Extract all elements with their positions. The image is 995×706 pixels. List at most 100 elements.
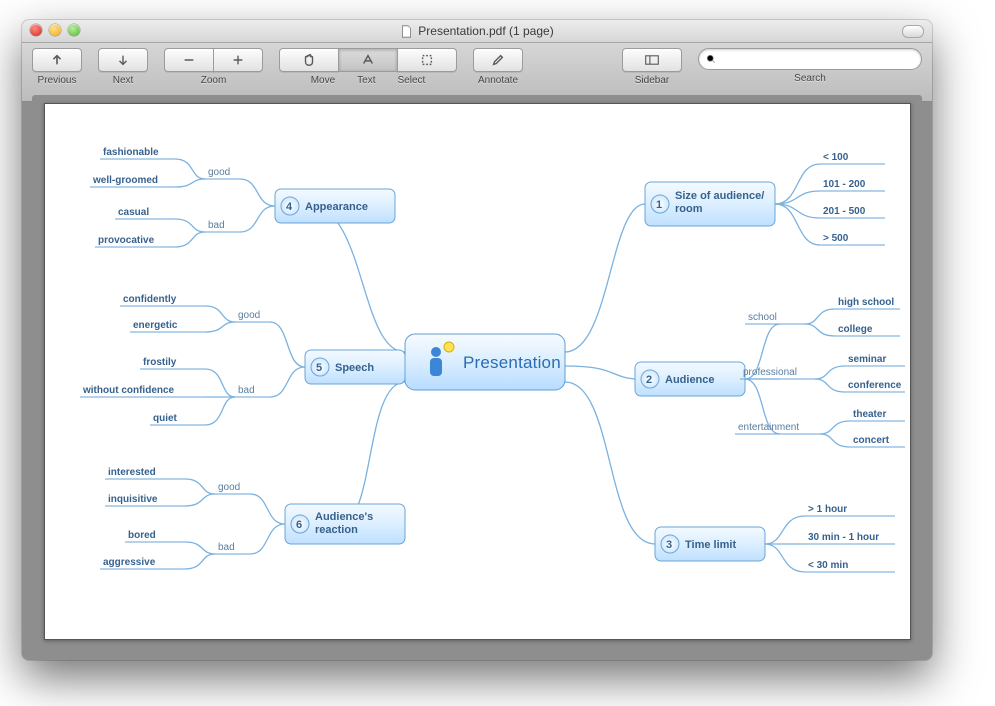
svg-text:high school: high school — [838, 297, 894, 308]
svg-text:frostily: frostily — [143, 357, 177, 368]
select-icon — [420, 53, 434, 67]
next-button[interactable] — [98, 48, 148, 72]
leaves-speech: good bad confidently energetic frostily … — [80, 294, 305, 425]
node-speech-label: Speech — [335, 362, 374, 374]
svg-text:provocative: provocative — [98, 235, 155, 246]
svg-text:> 1 hour: > 1 hour — [808, 504, 847, 515]
svg-text:4: 4 — [286, 201, 293, 213]
leaves-size: < 100 101 - 200 201 - 500 > 500 — [775, 152, 885, 245]
zoom-in-button[interactable] — [213, 48, 263, 72]
select-label: Select — [398, 75, 426, 86]
sidebar-button[interactable] — [622, 48, 682, 72]
svg-text:good: good — [238, 310, 260, 321]
arrow-down-icon — [116, 53, 130, 67]
search-field[interactable] — [698, 48, 922, 70]
document-icon — [400, 25, 413, 38]
toolbar-toggle-button[interactable] — [902, 25, 924, 38]
minimize-button[interactable] — [49, 24, 61, 36]
svg-text:bad: bad — [208, 220, 225, 231]
svg-text:bored: bored — [128, 530, 156, 541]
mode-move-button[interactable] — [279, 48, 339, 72]
node-audience: 2 Audience — [635, 362, 745, 396]
node-appearance-label: Appearance — [305, 201, 368, 213]
svg-text:seminar: seminar — [848, 354, 886, 365]
node-audience-label: Audience — [665, 374, 715, 386]
leaves-time: > 1 hour 30 min - 1 hour < 30 min — [765, 504, 895, 572]
leaves-appearance: good bad fashionable well-groomed casual… — [90, 147, 275, 247]
svg-text:casual: casual — [118, 207, 149, 218]
svg-text:3: 3 — [666, 539, 672, 551]
node-size: 1 Size of audience/room — [645, 182, 775, 226]
svg-text:> 500: > 500 — [823, 233, 849, 244]
svg-text:aggressive: aggressive — [103, 557, 156, 568]
svg-text:6: 6 — [296, 519, 302, 531]
svg-text:school: school — [748, 312, 777, 323]
svg-text:30 min - 1 hour: 30 min - 1 hour — [808, 532, 879, 543]
node-speech: 5 Speech — [305, 350, 405, 384]
pencil-icon — [491, 53, 505, 67]
sidebar-label: Sidebar — [635, 75, 669, 86]
svg-text:5: 5 — [316, 362, 322, 374]
svg-text:201 - 500: 201 - 500 — [823, 206, 866, 217]
svg-text:college: college — [838, 324, 873, 335]
svg-text:entertainment: entertainment — [738, 422, 799, 433]
leaves-audience: school high school college professional … — [735, 297, 905, 447]
svg-text:bad: bad — [218, 542, 235, 553]
node-center: Presentation — [405, 334, 565, 390]
node-reaction: 6 Audience'sreaction — [285, 504, 405, 544]
mode-select-button[interactable] — [397, 48, 457, 72]
svg-text:fashionable: fashionable — [103, 147, 159, 158]
svg-text:quiet: quiet — [153, 413, 178, 424]
previous-button[interactable] — [32, 48, 82, 72]
svg-text:professional: professional — [743, 367, 797, 378]
svg-text:good: good — [218, 482, 240, 493]
node-time: 3 Time limit — [655, 527, 765, 561]
next-label: Next — [113, 75, 134, 86]
svg-text:1: 1 — [656, 199, 662, 211]
text-icon — [361, 53, 375, 67]
previous-label: Previous — [38, 75, 77, 86]
svg-text:bad: bad — [238, 385, 255, 396]
arrow-left-icon — [50, 53, 64, 67]
svg-text:< 30 min: < 30 min — [808, 560, 848, 571]
search-input[interactable] — [721, 52, 915, 66]
annotate-button[interactable] — [473, 48, 523, 72]
mode-text-button[interactable] — [338, 48, 398, 72]
titlebar: Presentation.pdf (1 page) — [22, 20, 932, 43]
svg-text:interested: interested — [108, 467, 156, 478]
svg-text:well-groomed: well-groomed — [92, 175, 158, 186]
zoom-label: Zoom — [201, 75, 227, 86]
pdf-page: Presentation 1 Size of audience/room < 1… — [44, 103, 911, 640]
svg-text:energetic: energetic — [133, 320, 178, 331]
svg-text:without confidence: without confidence — [82, 385, 175, 396]
search-label: Search — [794, 73, 826, 84]
node-appearance: 4 Appearance — [275, 189, 395, 223]
svg-text:2: 2 — [646, 374, 652, 386]
svg-text:conference: conference — [848, 380, 902, 391]
window: Presentation.pdf (1 page) Previous Next — [22, 20, 932, 660]
search-icon — [705, 53, 717, 65]
minus-icon — [182, 53, 196, 67]
annotate-label: Annotate — [478, 75, 518, 86]
text-label: Text — [357, 75, 375, 86]
plus-icon — [231, 53, 245, 67]
zoom-button[interactable] — [68, 24, 80, 36]
svg-text:inquisitive: inquisitive — [108, 494, 158, 505]
node-time-label: Time limit — [685, 539, 736, 551]
leaves-reaction: good bad interested inquisitive bored ag… — [100, 467, 285, 569]
hand-icon — [302, 53, 316, 67]
svg-text:101 - 200: 101 - 200 — [823, 179, 866, 190]
svg-text:confidently: confidently — [123, 294, 177, 305]
move-label: Move — [311, 75, 335, 86]
window-title: Presentation.pdf (1 page) — [418, 24, 553, 38]
svg-text:< 100: < 100 — [823, 152, 849, 163]
center-label: Presentation — [463, 353, 561, 372]
toolbar: Previous Next Zoom — [22, 43, 932, 102]
mindmap: Presentation 1 Size of audience/room < 1… — [45, 104, 910, 639]
svg-text:concert: concert — [853, 435, 890, 446]
zoom-out-button[interactable] — [164, 48, 214, 72]
sidebar-icon — [645, 53, 659, 67]
close-button[interactable] — [30, 24, 42, 36]
svg-text:theater: theater — [853, 409, 886, 420]
svg-text:good: good — [208, 167, 230, 178]
